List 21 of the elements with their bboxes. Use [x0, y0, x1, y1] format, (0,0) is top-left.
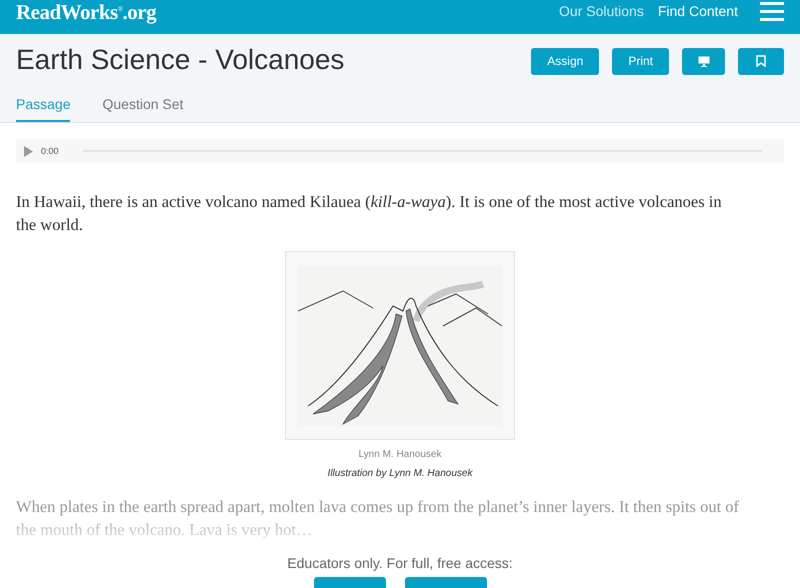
access-message: Educators only. For full, free access: [287, 555, 513, 571]
image-credit: Lynn M. Hanousek [358, 449, 442, 460]
nav-link[interactable]: Find Content [658, 3, 738, 19]
bookmark-icon [756, 55, 766, 67]
page-title: Earth Science - Volcanoes [16, 44, 344, 76]
monitor-icon [698, 56, 710, 66]
nav-link[interactable]: Our Solutions [559, 3, 644, 19]
tab[interactable]: Question Set [102, 96, 184, 122]
passage-text: In Hawaii, there is an active volcano named Kilauea (kill-a-waya). It is one of the most active volcanoes in the world. [16, 191, 723, 236]
tab[interactable]: Passage [16, 96, 70, 122]
audio-time: 0:00 [41, 146, 59, 156]
bookmark-button[interactable] [738, 48, 784, 74]
logo-link[interactable]: ReadWorks$^{®}$.org [16, 0, 156, 23]
action-button[interactable]: Print [612, 48, 669, 74]
action-button[interactable]: Assign [531, 48, 600, 74]
passage-text: When plates in the earth spread apart, molten lava comes up from the planet’s inner layers. It then spits out of the mouth of the volcano. Lava is very hot… [16, 496, 740, 541]
play-icon[interactable] [24, 146, 33, 156]
image-caption: Illustration by Lynn M. Hanousek [328, 468, 472, 479]
audio-player[interactable]: 0:00 [16, 139, 784, 163]
menu-icon[interactable] [760, 0, 784, 20]
monitor-button[interactable] [682, 48, 725, 74]
